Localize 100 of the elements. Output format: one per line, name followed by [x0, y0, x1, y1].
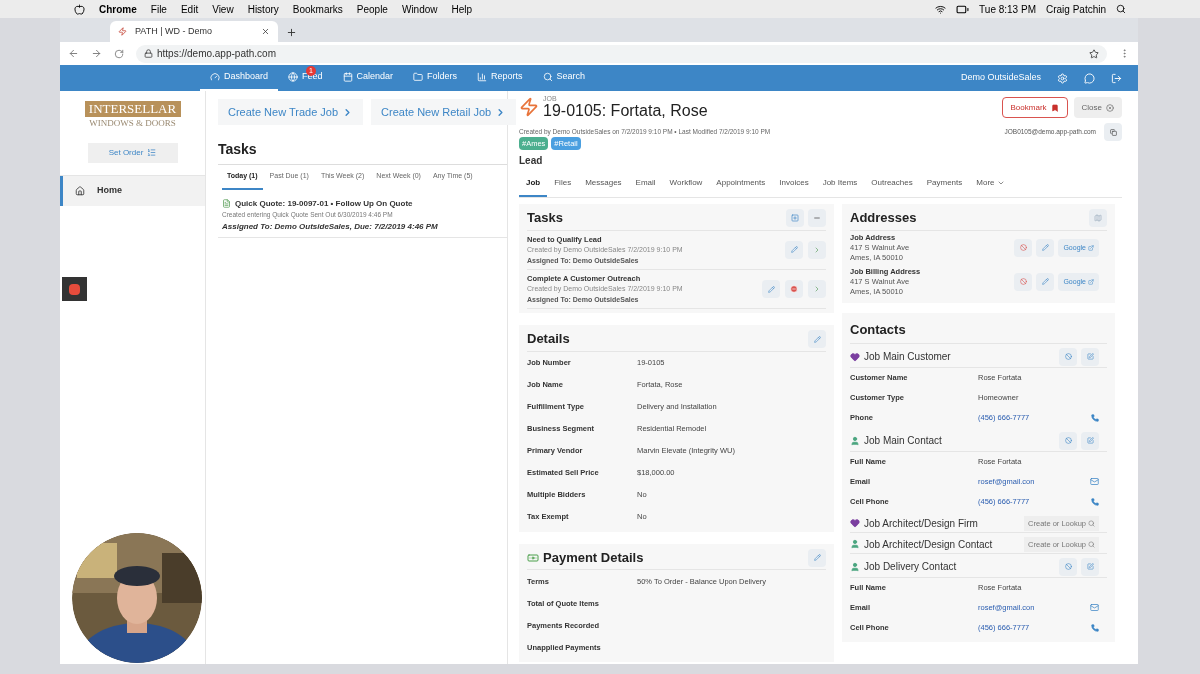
wifi-icon[interactable]	[935, 3, 947, 15]
task-title[interactable]: Quick Quote: 19-0097-01 • Follow Up On Quote	[235, 197, 413, 210]
pencil-icon	[1041, 278, 1049, 286]
edit-button[interactable]	[1081, 347, 1099, 366]
edit-button[interactable]	[808, 330, 826, 348]
logout-icon[interactable]	[1111, 72, 1122, 84]
lock-icon	[144, 49, 153, 58]
create-job-button[interactable]: Create New Trade Job	[218, 99, 364, 125]
pencil-icon	[790, 246, 798, 254]
collapse-button[interactable]	[808, 209, 826, 227]
menu-item[interactable]: Bookmarks	[292, 1, 343, 17]
job-tab[interactable]: Payments	[919, 171, 970, 198]
panel-title: Addresses	[850, 209, 917, 228]
menu-item[interactable]: People	[356, 1, 388, 17]
panel-title: Details	[527, 330, 570, 349]
folder-icon	[413, 72, 424, 82]
job-tab[interactable]: Invoices	[772, 171, 816, 198]
app-menu[interactable]: Chrome	[99, 1, 137, 17]
clock[interactable]: Tue 8:13 PM	[979, 1, 1036, 17]
document-icon	[222, 199, 231, 208]
user-name[interactable]: Demo OutsideSales	[960, 71, 1041, 85]
nav-item[interactable]: Dashboard	[200, 65, 279, 91]
menu-item[interactable]: Window	[401, 1, 438, 17]
job-tab[interactable]: Job Items	[815, 171, 865, 198]
panel-title: Contacts	[850, 321, 906, 337]
job-tab[interactable]: Job	[519, 171, 548, 198]
menu-item[interactable]: Help	[451, 1, 473, 17]
edit-icon	[1086, 353, 1094, 361]
phone-icon[interactable]	[1091, 623, 1099, 632]
sidebar-item[interactable]: Home	[60, 175, 205, 206]
edit-button[interactable]	[785, 240, 803, 259]
cancel-button[interactable]	[785, 280, 803, 299]
search-icon	[1088, 540, 1095, 548]
edit-button[interactable]	[1036, 272, 1055, 291]
remove-button[interactable]	[1014, 238, 1033, 257]
nav-item[interactable]: Search	[532, 65, 596, 91]
heart-icon	[850, 351, 860, 362]
nav-item[interactable]: Calendar	[332, 65, 404, 91]
remove-button[interactable]	[1059, 431, 1077, 450]
ban-icon	[1019, 278, 1027, 286]
pencil-icon	[767, 285, 775, 293]
home-icon	[75, 185, 85, 196]
edit-icon	[1086, 563, 1094, 571]
menu-item[interactable]: File	[150, 1, 167, 17]
remove-button[interactable]	[1059, 557, 1077, 576]
back-icon[interactable]	[68, 48, 79, 59]
close-button[interactable]: Close	[1073, 97, 1122, 118]
edit-button[interactable]	[1036, 238, 1055, 257]
nav-item[interactable]: Reports	[467, 65, 533, 91]
list-icon	[147, 148, 157, 157]
job-status: Lead	[519, 154, 544, 169]
set-order-button[interactable]: Set Order	[87, 142, 178, 163]
copy-button[interactable]	[1104, 123, 1122, 141]
address-bar[interactable]: https://demo.app-path.com	[136, 44, 1107, 63]
job-tab[interactable]: More	[969, 171, 1012, 198]
remove-button[interactable]	[1059, 347, 1077, 366]
mail-icon[interactable]	[1090, 477, 1099, 487]
external-link-icon	[1088, 278, 1094, 285]
edit-button[interactable]	[762, 280, 780, 299]
plus-icon	[791, 214, 799, 222]
remove-button[interactable]	[1014, 272, 1033, 291]
job-tab[interactable]: Workflow	[662, 171, 710, 198]
job-tab[interactable]: Outreaches	[864, 171, 920, 198]
pencil-icon	[813, 335, 821, 343]
chat-icon[interactable]	[1084, 72, 1095, 84]
pencil-icon	[1041, 244, 1049, 252]
star-icon[interactable]	[1089, 48, 1099, 59]
create-job-button[interactable]: Create New Retail Job	[371, 99, 517, 125]
map-button[interactable]	[1089, 209, 1107, 227]
job-tab[interactable]: Email	[628, 171, 663, 198]
reload-icon[interactable]	[114, 48, 124, 59]
job-title: 19-0105: Fortata, Rose	[543, 103, 708, 119]
nav-item[interactable]: Folders	[403, 65, 468, 91]
new-tab-icon[interactable]	[286, 27, 297, 38]
stop-button[interactable]	[62, 277, 87, 301]
apple-icon[interactable]	[74, 3, 85, 15]
contact-group-title: Job Main Contact	[864, 434, 942, 449]
browser-tab[interactable]: PATH | WD - Demo	[110, 21, 278, 42]
edit-button[interactable]	[808, 548, 826, 567]
menu-item[interactable]: History	[247, 1, 279, 17]
bookmark-button[interactable]: Bookmark	[1001, 97, 1068, 118]
phone-icon[interactable]	[1091, 497, 1099, 506]
phone-icon[interactable]	[1091, 413, 1099, 422]
chevron-right-icon	[813, 245, 821, 254]
add-button[interactable]	[786, 209, 804, 227]
job-tab[interactable]: Files	[547, 171, 579, 198]
search-icon[interactable]	[1116, 4, 1126, 14]
job-tab[interactable]: Messages	[578, 171, 629, 198]
menu-item[interactable]: View	[212, 1, 234, 17]
user-name[interactable]: Craig Patchin	[1045, 1, 1106, 17]
settings-icon[interactable]	[1057, 72, 1068, 84]
forward-icon[interactable]	[91, 48, 102, 59]
job-tab[interactable]: Appointments	[709, 171, 773, 198]
menu-item[interactable]: Edit	[180, 1, 199, 17]
edit-button[interactable]	[1081, 557, 1099, 576]
money-icon	[527, 551, 539, 564]
mail-icon[interactable]	[1090, 603, 1099, 613]
edit-button[interactable]	[1081, 431, 1099, 450]
ban-icon	[1064, 563, 1072, 571]
close-icon[interactable]	[261, 27, 270, 36]
